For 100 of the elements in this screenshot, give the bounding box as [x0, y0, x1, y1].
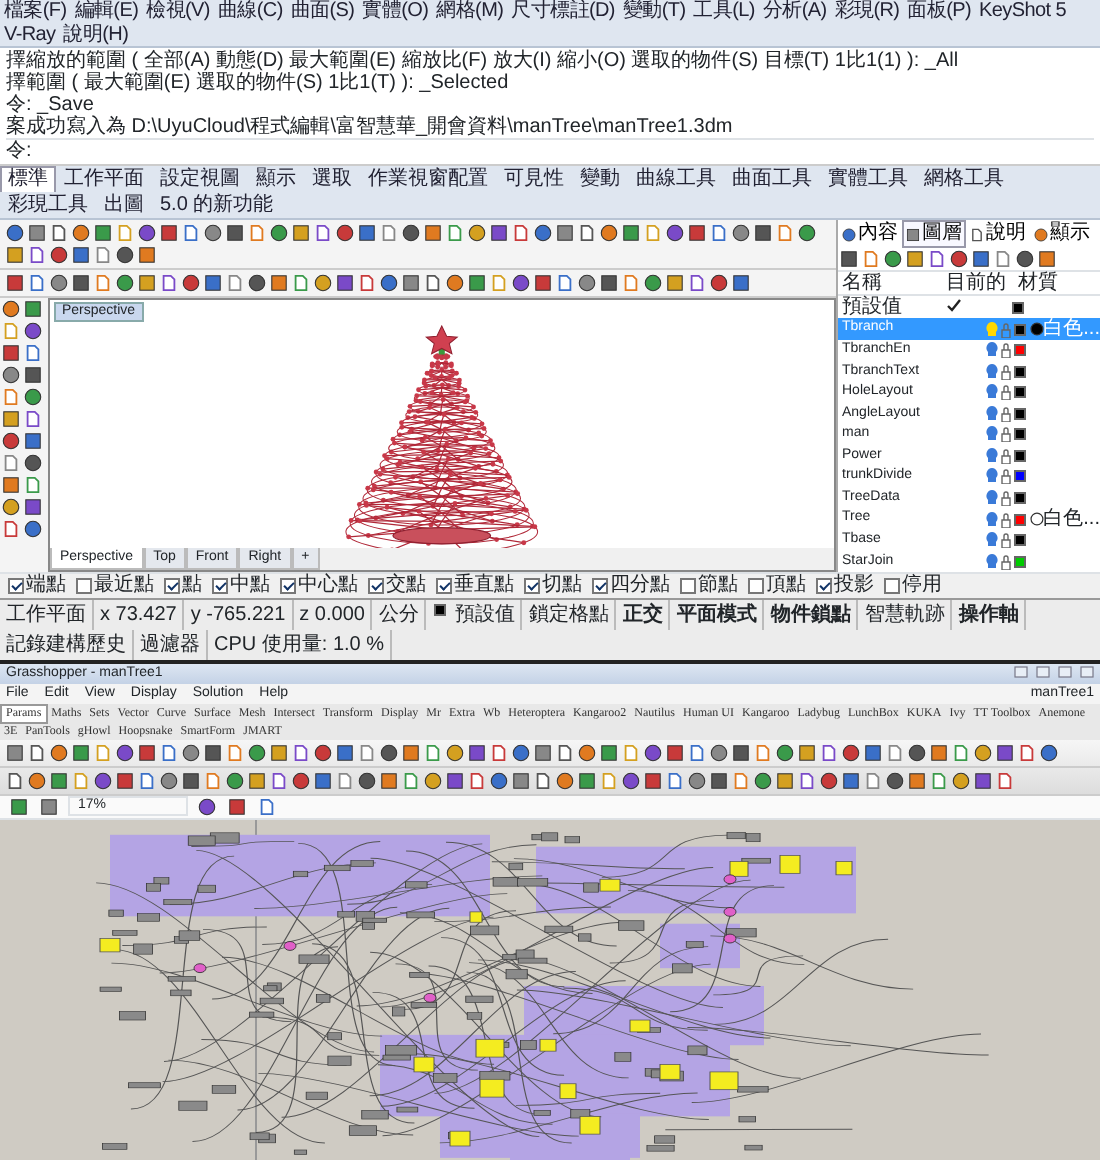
square-icon[interactable]	[666, 743, 684, 762]
circle-icon[interactable]	[754, 771, 772, 790]
checkbox[interactable]	[748, 577, 764, 594]
circle-icon[interactable]	[248, 274, 266, 292]
circle-icon[interactable]	[226, 771, 244, 790]
circle-icon[interactable]	[468, 224, 486, 242]
layer-color-swatch[interactable]	[1012, 301, 1024, 313]
square-icon[interactable]	[446, 771, 464, 790]
square-icon[interactable]	[6, 274, 24, 292]
status-toggle[interactable]: 鎖定格點	[522, 599, 617, 629]
status-toggle[interactable]: 正交	[616, 599, 671, 629]
circle-icon[interactable]	[578, 743, 596, 762]
circle-icon[interactable]	[292, 771, 310, 790]
checkbox[interactable]	[8, 577, 24, 594]
circle-icon[interactable]	[50, 274, 68, 292]
toolbar-tab[interactable]: 標準	[0, 166, 56, 192]
circle-icon[interactable]	[24, 388, 42, 406]
circle-icon[interactable]	[842, 743, 860, 762]
square-icon[interactable]	[644, 771, 662, 790]
circle-icon[interactable]	[798, 224, 816, 242]
square-icon[interactable]	[10, 797, 28, 816]
circle-icon[interactable]	[644, 743, 662, 762]
circle-icon[interactable]	[952, 771, 970, 790]
circle-icon[interactable]	[1034, 227, 1048, 241]
circle-icon[interactable]	[116, 743, 134, 762]
layer-color-swatch[interactable]	[1013, 323, 1026, 335]
page-icon[interactable]	[710, 224, 728, 242]
circle-icon[interactable]	[28, 771, 46, 790]
circle-icon[interactable]	[116, 246, 134, 264]
circle-icon[interactable]	[424, 771, 442, 790]
circle-icon[interactable]	[6, 224, 24, 242]
square-icon[interactable]	[732, 743, 750, 762]
circle-icon[interactable]	[710, 274, 728, 292]
panel-tab[interactable]: 內容	[838, 220, 902, 248]
checkbox[interactable]	[680, 577, 696, 594]
padlock-icon[interactable]	[999, 511, 1012, 527]
toolbar-tab[interactable]: 工作平面	[56, 166, 152, 192]
page-icon[interactable]	[160, 274, 178, 292]
square-icon[interactable]	[28, 224, 46, 242]
menu-item[interactable]: 分析(A)	[758, 0, 831, 23]
menu-item[interactable]: 實體(O)	[358, 0, 433, 23]
status-toggle[interactable]: 過濾器	[134, 629, 208, 659]
square-icon[interactable]	[270, 274, 288, 292]
square-icon[interactable]	[248, 771, 266, 790]
layer-color-swatch[interactable]	[1013, 513, 1026, 525]
checkbox[interactable]	[164, 577, 180, 594]
circle-icon[interactable]	[72, 224, 90, 242]
circle-icon[interactable]	[50, 246, 68, 264]
circle-icon[interactable]	[1040, 743, 1058, 762]
toolbar-tab[interactable]: 選取	[304, 166, 360, 192]
circle-icon[interactable]	[1016, 250, 1034, 268]
layer-color-swatch[interactable]	[1014, 428, 1026, 441]
square-icon[interactable]	[534, 743, 552, 762]
square-icon[interactable]	[94, 224, 112, 242]
square-icon[interactable]	[72, 246, 90, 264]
square-icon[interactable]	[556, 224, 574, 242]
page-icon[interactable]	[358, 274, 376, 292]
toolbar-tab[interactable]: 可見性	[496, 166, 572, 192]
circle-icon[interactable]	[2, 432, 20, 450]
page-icon[interactable]	[578, 224, 596, 242]
circle-icon[interactable]	[2, 300, 20, 318]
panel-tab[interactable]: 說明	[966, 220, 1030, 248]
menu-item[interactable]: 變動(T)	[618, 0, 690, 23]
square-icon[interactable]	[798, 743, 816, 762]
square-icon[interactable]	[138, 246, 156, 264]
status-toggle[interactable]: 記錄建構歷史	[0, 629, 134, 659]
circle-icon[interactable]	[842, 227, 856, 241]
circle-icon[interactable]	[182, 743, 200, 762]
square-icon[interactable]	[754, 224, 772, 242]
padlock-icon[interactable]	[1000, 342, 1012, 359]
circle-icon[interactable]	[94, 771, 112, 790]
square-icon[interactable]	[906, 250, 924, 268]
menu-item[interactable]: 說明(H)	[59, 23, 133, 46]
square-icon[interactable]	[776, 771, 794, 790]
menu-item[interactable]: 工具(L)	[689, 0, 759, 23]
circle-icon[interactable]	[886, 771, 904, 790]
page-icon[interactable]	[292, 274, 310, 292]
square-icon[interactable]	[534, 274, 552, 292]
page-icon[interactable]	[424, 274, 442, 292]
square-icon[interactable]	[930, 743, 948, 762]
square-icon[interactable]	[182, 771, 200, 790]
circle-icon[interactable]	[710, 743, 728, 762]
checkbox[interactable]	[436, 577, 452, 594]
square-icon[interactable]	[2, 344, 20, 362]
circle-icon[interactable]	[50, 743, 68, 762]
toolbar-tab[interactable]: 5.0 的新功能	[152, 192, 282, 218]
square-icon[interactable]	[24, 300, 42, 318]
square-icon[interactable]	[2, 476, 20, 494]
circle-icon[interactable]	[182, 274, 200, 292]
layer-color-swatch[interactable]	[1014, 491, 1026, 504]
square-icon[interactable]	[24, 498, 42, 516]
circle-icon[interactable]	[512, 274, 530, 292]
circle-icon[interactable]	[820, 771, 838, 790]
status-toggle[interactable]: 物件鎖點	[764, 599, 859, 629]
menu-item[interactable]: KeyShot 5	[975, 0, 1070, 23]
page-icon[interactable]	[512, 224, 530, 242]
circle-icon[interactable]	[644, 274, 662, 292]
circle-icon[interactable]	[732, 224, 750, 242]
square-icon[interactable]	[402, 274, 420, 292]
toolbar-tab[interactable]: 出圖	[96, 192, 152, 218]
